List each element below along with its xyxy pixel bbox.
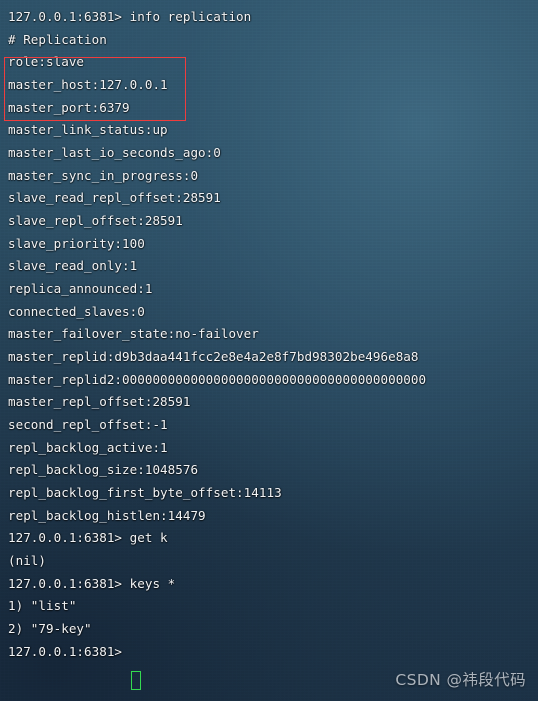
terminal-line-repl-backlog-size: repl_backlog_size:1048576 (8, 462, 199, 478)
terminal-line-master-link-status: master_link_status:up (8, 122, 168, 138)
terminal-line-repl-backlog-first-byte-offset: repl_backlog_first_byte_offset:14113 (8, 485, 282, 501)
terminal-line-cmd-info-replication: 127.0.0.1:6381> info replication (8, 9, 252, 24)
terminal-line-slave-read-repl-offset: slave_read_repl_offset:28591 (8, 190, 221, 206)
terminal-line-master-replid: master_replid:d9b3daa441fcc2e8e4a2e8f7bd… (8, 349, 419, 365)
terminal-line-cmd-get-k: 127.0.0.1:6381> get k (8, 530, 168, 546)
terminal-line-repl-backlog-active: repl_backlog_active:1 (8, 439, 168, 455)
terminal-line-master-sync-in-progress: master_sync_in_progress:0 (8, 167, 199, 183)
terminal-line-master-repl-offset: master_repl_offset:28591 (8, 394, 191, 410)
terminal-line-slave-repl-offset: slave_repl_offset:28591 (8, 213, 183, 229)
terminal-line-prompt-active: 127.0.0.1:6381> (8, 643, 130, 659)
terminal-line-master-last-io-seconds-ago: master_last_io_seconds_ago:0 (8, 145, 221, 161)
csdn-watermark: CSDN @祎段代码 (395, 671, 526, 690)
terminal-line-master-host: master_host:127.0.0.1 (8, 77, 168, 93)
terminal-line-result-nil: (nil) (8, 553, 47, 569)
terminal-line-slave-priority: slave_priority:100 (8, 235, 145, 251)
terminal-line-keys-result-2: 2) "79-key" (8, 621, 92, 637)
terminal-line-master-replid2: master_replid2:0000000000000000000000000… (8, 371, 427, 387)
terminal-line-replica-announced: replica_announced:1 (8, 281, 153, 297)
terminal-line-master-port: master_port:6379 (8, 99, 130, 115)
terminal-line-master-failover-state: master_failover_state:no-failover (8, 326, 259, 342)
terminal-line-connected-slaves: connected_slaves:0 (8, 303, 145, 319)
terminal-line-keys-result-1: 1) "list" (8, 598, 77, 614)
terminal-window[interactable]: 127.0.0.1:6381> info replication # Replic… (0, 0, 538, 701)
terminal-line-second-repl-offset: second_repl_offset:-1 (8, 417, 168, 433)
terminal-line-cmd-keys-star: 127.0.0.1:6381> keys * (8, 575, 176, 591)
terminal-line-role: role:slave (8, 54, 85, 70)
terminal-line-repl-backlog-histlen: repl_backlog_histlen:14479 (8, 507, 206, 523)
terminal-line-slave-read-only: slave_read_only:1 (8, 258, 138, 274)
terminal-output: 127.0.0.1:6381> info replication # Replic… (8, 6, 538, 663)
terminal-line-section-replication: # Replication (8, 31, 107, 47)
text-cursor (131, 671, 141, 690)
